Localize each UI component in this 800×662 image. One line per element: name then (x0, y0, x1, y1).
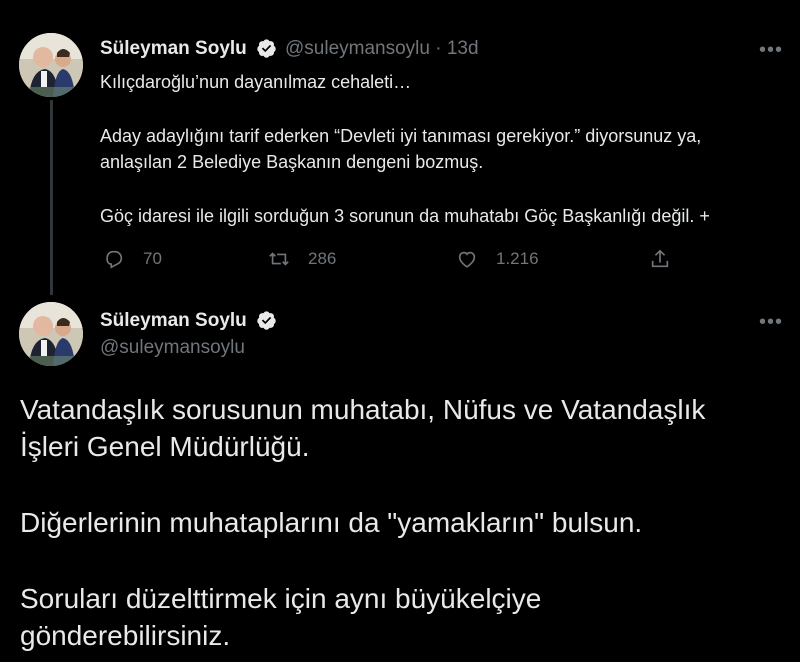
retweet-button[interactable]: 286 (268, 246, 336, 272)
tweet-text-line: Kılıçdaroğlu’nun dayanılmaz cehaleti… (100, 72, 412, 92)
tweet-text-line: anlaşılan 2 Belediye Başkanın dengeni bo… (100, 152, 484, 172)
verified-icon (257, 39, 276, 58)
avatar[interactable] (19, 302, 83, 366)
tweet-text-line: gönderebilirsiniz. (20, 620, 231, 651)
tweet-text-line: Göç idaresi ile ilgili sorduğun 3 sorunu… (100, 206, 710, 226)
reply-icon (106, 250, 123, 269)
tweet-text-line: Soruları düzelttirmek için aynı büyükelç… (20, 583, 542, 614)
tweet-text-line: Diğerlerinin muhataplarını da "yamakları… (20, 507, 643, 538)
verified-icon (257, 311, 276, 330)
like-icon (458, 251, 476, 268)
tweet-text-line: Vatandaşlık sorusunun muhatabı, Nüfus ve… (20, 394, 706, 425)
avatar-photo (19, 33, 83, 97)
more-options-icon[interactable]: ••• (759, 40, 783, 60)
thread-line (50, 100, 53, 295)
author-name[interactable]: Süleyman Soylu (100, 310, 247, 332)
author-handle[interactable]: @suleymansoylu · 13d (285, 38, 479, 60)
avatar[interactable] (19, 33, 83, 97)
retweet-icon (269, 252, 289, 266)
author-name[interactable]: Süleyman Soylu (100, 38, 247, 60)
retweet-count: 286 (308, 249, 337, 268)
reply-button[interactable]: 70 (103, 246, 162, 272)
share-button[interactable] (649, 246, 671, 272)
share-icon (651, 249, 669, 268)
avatar-photo (19, 302, 83, 366)
author-handle[interactable]: @suleymansoylu (100, 337, 245, 359)
tweet-text-line: İşleri Genel Müdürlüğü. (20, 431, 310, 462)
like-count: 1.216 (496, 249, 539, 268)
reply-count: 70 (143, 249, 162, 268)
tweet-text-line: Aday adaylığını tarif ederken “Devleti i… (100, 126, 702, 146)
like-button[interactable]: 1.216 (456, 246, 539, 272)
more-options-icon[interactable]: ••• (759, 312, 783, 332)
